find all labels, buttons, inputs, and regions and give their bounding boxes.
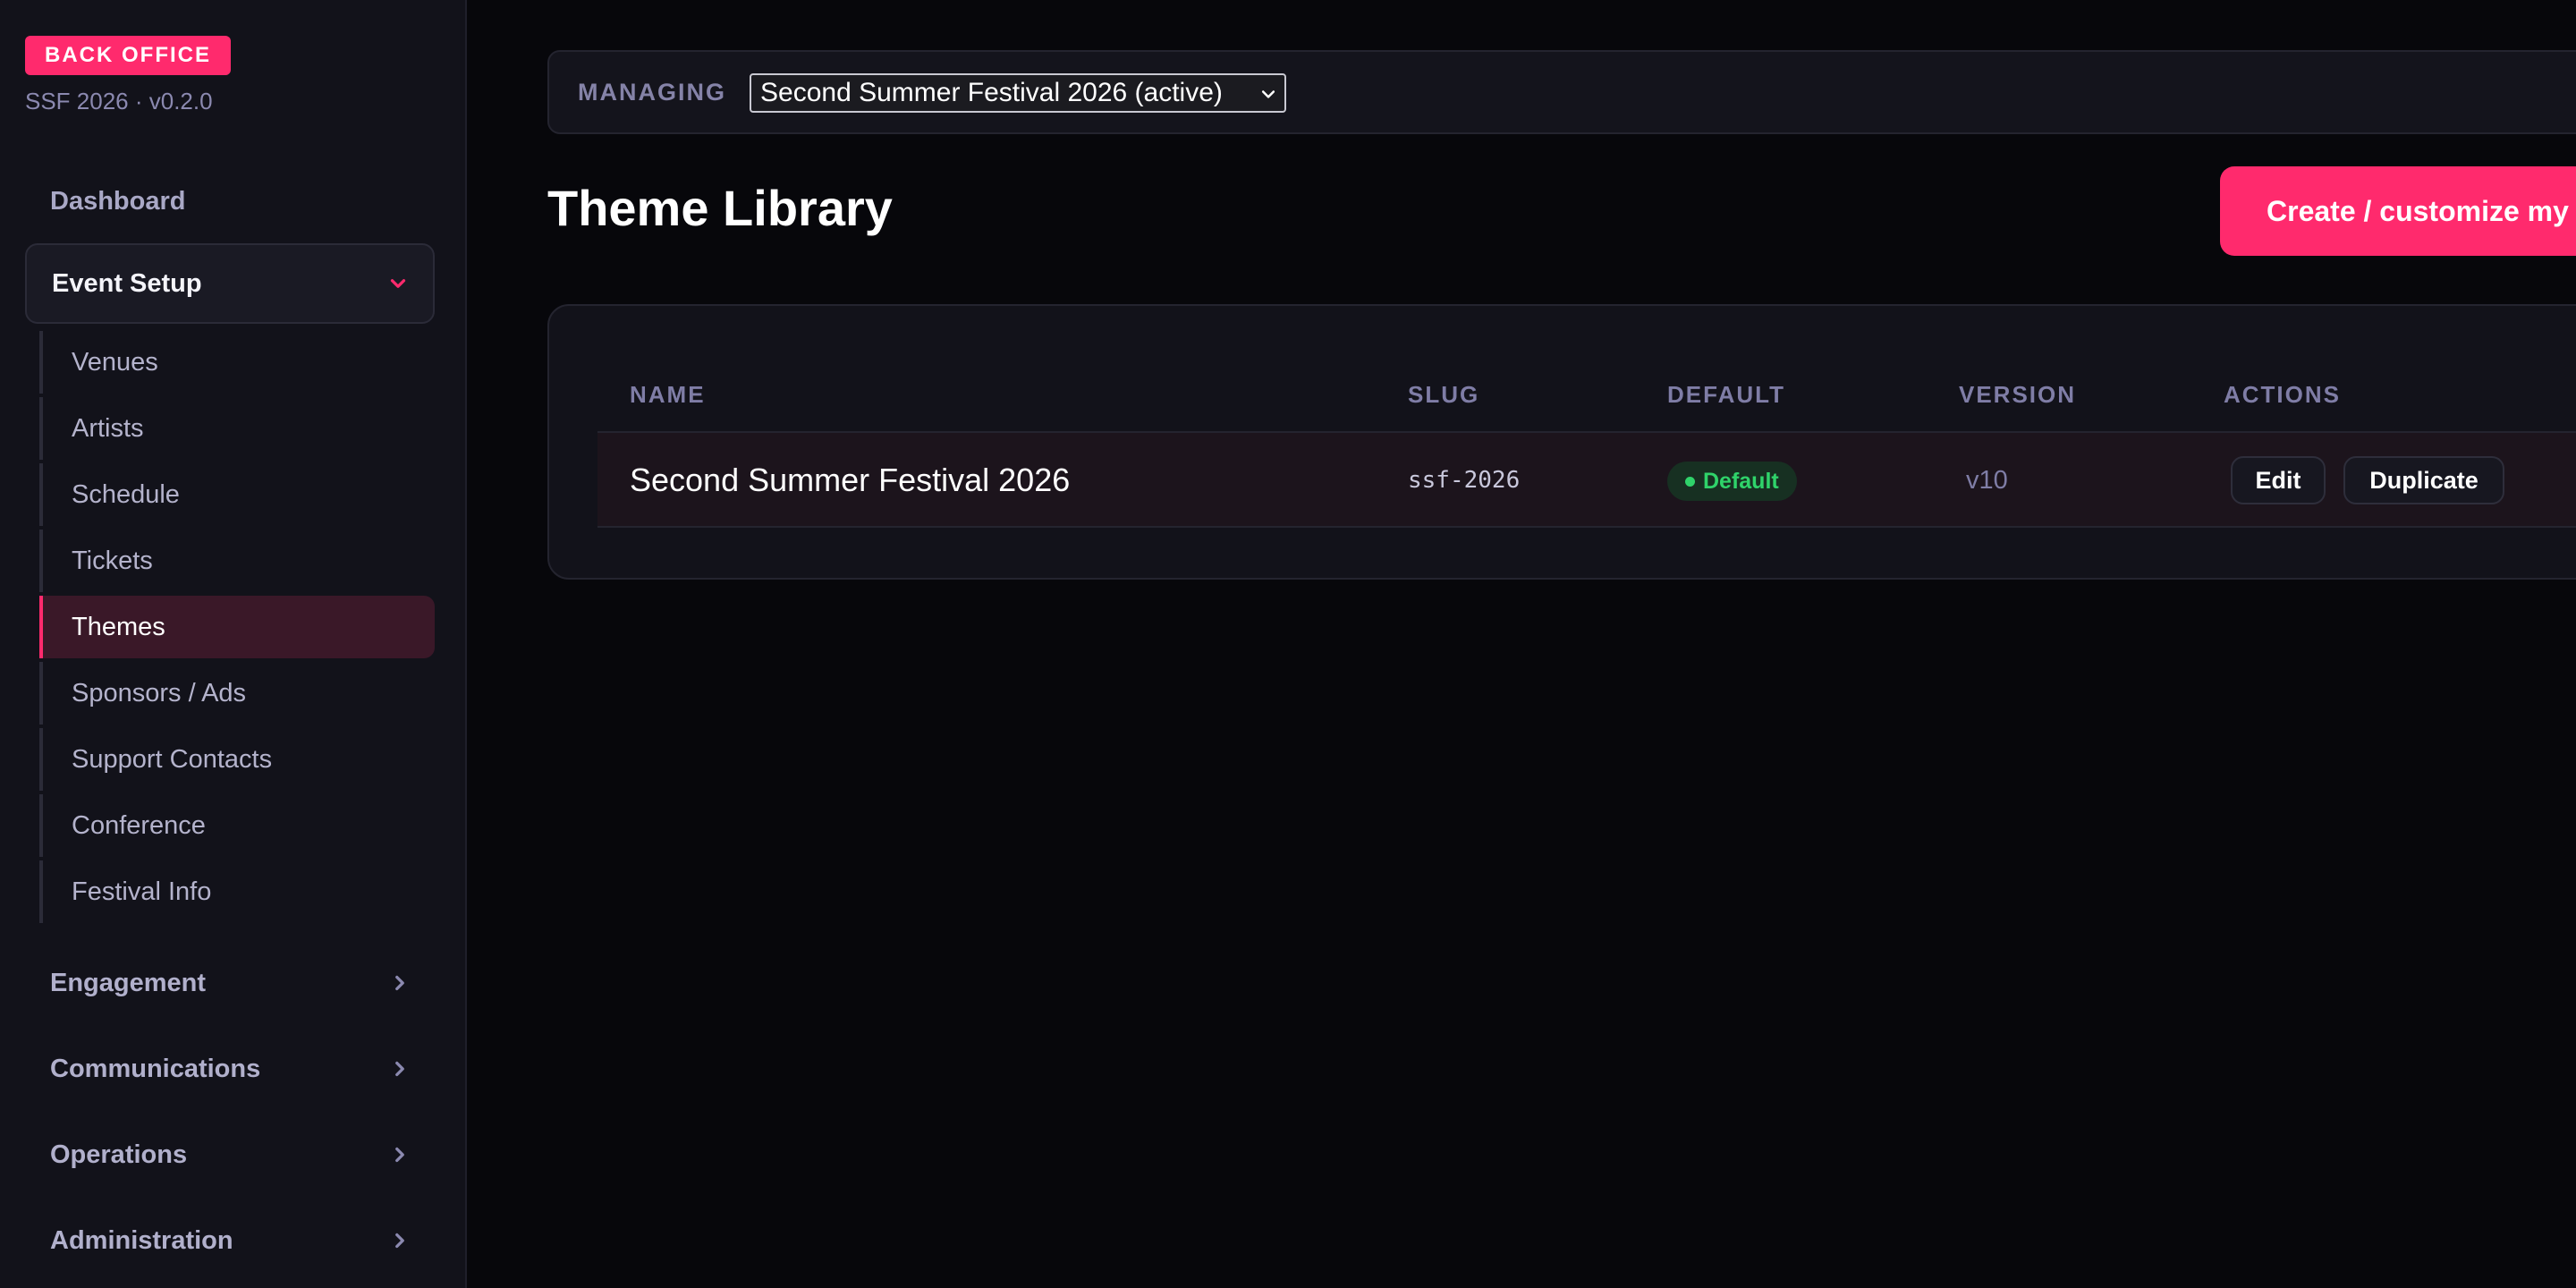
nav-dashboard-label: Dashboard	[50, 186, 186, 216]
theme-version: v10	[1966, 465, 2008, 495]
nav-group-administration[interactable]: Administration	[25, 1209, 435, 1272]
subnav-item-label: Festival Info	[72, 877, 212, 906]
brand-badge: BACK OFFICE	[25, 36, 231, 75]
nav-group-label: Communications	[50, 1054, 261, 1083]
subnav-item-sponsors-ads[interactable]: Sponsors / Ads	[39, 662, 435, 724]
subnav-item-label: Sponsors / Ads	[72, 678, 247, 708]
nav-group-event-setup[interactable]: Event Setup	[25, 243, 435, 324]
column-header-slug: SLUG	[1408, 381, 1480, 408]
subnav-item-label: Schedule	[72, 479, 180, 509]
subnav-item-themes[interactable]: Themes	[39, 596, 435, 658]
chevron-down-icon	[1261, 90, 1275, 98]
nav-group-label: Event Setup	[52, 268, 202, 298]
managing-label: MANAGING	[578, 79, 726, 106]
subnav-item-label: Artists	[72, 413, 144, 443]
subnav-item-artists[interactable]: Artists	[39, 397, 435, 460]
chevron-right-icon	[395, 975, 404, 991]
subnav-item-schedule[interactable]: Schedule	[39, 463, 435, 526]
subnav-item-label: Conference	[72, 810, 206, 840]
chevron-down-icon	[390, 279, 406, 288]
theme-name: Second Summer Festival 2026	[630, 462, 1071, 498]
subnav-item-label: Tickets	[72, 546, 153, 575]
subnav-item-tickets[interactable]: Tickets	[39, 530, 435, 592]
nav-dashboard[interactable]: Dashboard	[25, 177, 435, 225]
create-theme-button[interactable]: Create / customize my theme	[2220, 166, 2576, 256]
column-header-version: VERSION	[1959, 381, 2077, 408]
event-select-value: Second Summer Festival 2026 (active)	[760, 78, 1223, 107]
nav-group-label: Administration	[50, 1225, 233, 1255]
subnav-item-venues[interactable]: Venues	[39, 331, 435, 394]
subnav-item-support-contacts[interactable]: Support Contacts	[39, 728, 435, 791]
themes-table: NAME SLUG DEFAULT VERSION ACTIONS Second…	[547, 304, 2576, 580]
column-header-actions: ACTIONS	[2224, 381, 2341, 408]
nav-group-operations[interactable]: Operations	[25, 1123, 435, 1186]
theme-slug: ssf-2026	[1408, 467, 1521, 494]
nav-group-communications[interactable]: Communications	[25, 1038, 435, 1100]
brand-version: SSF 2026 · v0.2.0	[25, 88, 213, 114]
default-badge: Default	[1667, 462, 1797, 501]
subnav-item-label: Themes	[72, 612, 165, 641]
chevron-right-icon	[395, 1061, 404, 1077]
subnav-item-conference[interactable]: Conference	[39, 794, 435, 857]
managing-bar: MANAGING Second Summer Festival 2026 (ac…	[547, 50, 2576, 134]
nav-group-label: Operations	[50, 1140, 188, 1169]
sidebar: BACK OFFICE SSF 2026 · v0.2.0 Dashboard …	[0, 0, 467, 1288]
status-dot-icon	[1685, 477, 1695, 487]
column-header-default: DEFAULT	[1667, 381, 1785, 408]
app-root: BACK OFFICE SSF 2026 · v0.2.0 Dashboard …	[0, 0, 2576, 1288]
nav-group-engagement[interactable]: Engagement	[25, 952, 435, 1014]
table-row: Second Summer Festival 2026 ssf-2026 Def…	[597, 433, 2576, 528]
chevron-right-icon	[395, 1147, 404, 1163]
nav-group-label: Engagement	[50, 968, 207, 997]
column-header-name: NAME	[630, 381, 706, 408]
event-select[interactable]: Second Summer Festival 2026 (active)	[750, 73, 1286, 113]
event-setup-subnav: Venues Artists Schedule Tickets Themes S…	[39, 331, 435, 927]
default-badge-label: Default	[1703, 468, 1779, 494]
duplicate-button[interactable]: Duplicate	[2343, 456, 2504, 504]
subnav-item-festival-info[interactable]: Festival Info	[39, 860, 435, 923]
subnav-item-label: Support Contacts	[72, 744, 273, 774]
page-title: Theme Library	[547, 180, 893, 236]
chevron-right-icon	[395, 1233, 404, 1249]
edit-button[interactable]: Edit	[2231, 456, 2326, 504]
subnav-item-label: Venues	[72, 347, 158, 377]
